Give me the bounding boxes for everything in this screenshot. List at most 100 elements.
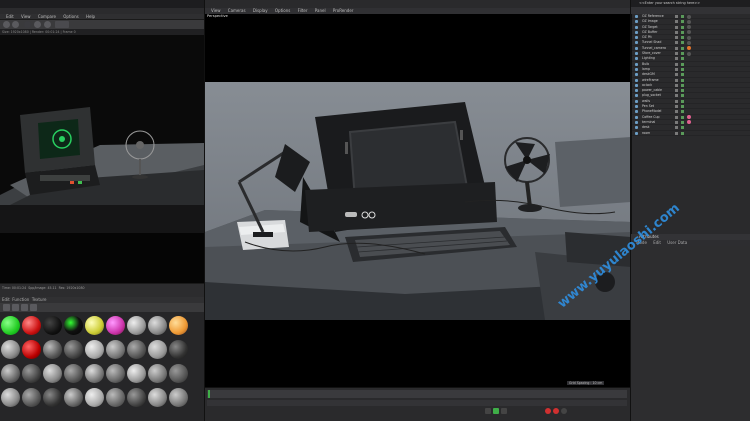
menu-view[interactable]: View xyxy=(21,14,31,19)
material-swatch[interactable] xyxy=(64,340,83,359)
render-spp: Spp/Image: 45.11 xyxy=(28,286,57,290)
object-name: OZ Target xyxy=(642,24,658,29)
material-swatch[interactable] xyxy=(127,364,146,383)
stop-icon[interactable] xyxy=(12,21,19,28)
viewport-header xyxy=(205,0,631,8)
render-time: Time: 00:01:24 xyxy=(2,286,27,290)
object-name: Coffee Cup xyxy=(642,114,660,119)
object-list: OZ Reference OZ Image OZ Target OZ Buffe… xyxy=(631,14,750,234)
material-swatch[interactable] xyxy=(85,364,104,383)
play-button[interactable] xyxy=(493,408,499,414)
tag-icon[interactable] xyxy=(687,19,691,24)
object-name: desk xyxy=(642,125,650,130)
material-swatch[interactable] xyxy=(22,340,41,359)
vp-menu-view[interactable]: View xyxy=(211,8,221,13)
render-background xyxy=(0,233,204,283)
material-swatch[interactable] xyxy=(106,316,125,335)
material-swatch[interactable] xyxy=(1,316,20,335)
material-swatch[interactable] xyxy=(127,340,146,359)
viewport-scene[interactable] xyxy=(205,82,631,320)
material-swatch[interactable] xyxy=(85,388,104,407)
vp-menu-display[interactable]: Display xyxy=(253,8,268,13)
menu-options[interactable]: Options xyxy=(63,14,78,19)
material-swatch[interactable] xyxy=(169,340,188,359)
frame-range-slider[interactable] xyxy=(207,400,627,406)
mat-menu-texture[interactable]: Texture xyxy=(32,297,47,302)
tag-icon[interactable] xyxy=(687,25,691,30)
material-swatch[interactable] xyxy=(64,388,83,407)
viewport-menu: View Cameras Display Options Filter Pane… xyxy=(205,8,631,14)
list-icon[interactable] xyxy=(30,304,37,311)
material-swatch[interactable] xyxy=(64,316,83,335)
material-swatch[interactable] xyxy=(106,340,125,359)
material-swatch[interactable] xyxy=(148,364,167,383)
material-swatch[interactable] xyxy=(148,388,167,407)
material-swatch[interactable] xyxy=(169,388,188,407)
material-swatch[interactable] xyxy=(22,364,41,383)
grid-icon[interactable] xyxy=(21,304,28,311)
record-keyframe-icon[interactable] xyxy=(545,408,551,414)
vp-menu-panel[interactable]: Panel xyxy=(315,8,326,13)
material-swatch[interactable] xyxy=(43,316,62,335)
material-grid xyxy=(0,312,204,421)
autokey-icon[interactable] xyxy=(553,408,559,414)
material-swatch[interactable] xyxy=(85,340,104,359)
menu-edit[interactable]: Edit xyxy=(6,14,14,19)
material-swatch[interactable] xyxy=(43,340,62,359)
material-swatch[interactable] xyxy=(85,316,104,335)
keyframe-icon[interactable] xyxy=(561,408,567,414)
object-name: aclock xyxy=(642,82,653,87)
menu-help[interactable]: Help xyxy=(86,14,95,19)
object-search[interactable]: <<Enter your search string here>> xyxy=(631,0,750,7)
tag-icon[interactable] xyxy=(687,46,691,51)
new-material-icon[interactable] xyxy=(3,304,10,311)
object-name: Sfore_cover xyxy=(642,51,661,56)
material-swatch[interactable] xyxy=(106,388,125,407)
tag-icon[interactable] xyxy=(687,51,691,56)
object-name: terminal xyxy=(642,119,656,124)
material-swatch[interactable] xyxy=(106,364,125,383)
material-swatch[interactable] xyxy=(22,316,41,335)
material-swatch[interactable] xyxy=(127,388,146,407)
menu-compare[interactable]: Compare xyxy=(38,14,56,19)
tag-icon[interactable] xyxy=(687,40,691,45)
material-swatch[interactable] xyxy=(43,388,62,407)
render-icon[interactable] xyxy=(3,21,10,28)
material-swatch[interactable] xyxy=(1,364,20,383)
material-swatch[interactable] xyxy=(22,388,41,407)
mat-menu-function[interactable]: Function xyxy=(12,297,29,302)
vp-menu-filter[interactable]: Filter xyxy=(298,8,308,13)
material-swatch[interactable] xyxy=(64,364,83,383)
tag-icon[interactable] xyxy=(687,14,691,19)
tag-icon[interactable] xyxy=(687,115,691,120)
material-swatch[interactable] xyxy=(43,364,62,383)
vp-menu-prorender[interactable]: ProRender xyxy=(333,8,354,13)
object-row[interactable]: room xyxy=(632,131,750,136)
vp-menu-options[interactable]: Options xyxy=(275,8,290,13)
mat-menu-edit[interactable]: Edit xyxy=(2,297,10,302)
material-swatch[interactable] xyxy=(169,364,188,383)
tag-icon[interactable] xyxy=(687,35,691,40)
material-swatch[interactable] xyxy=(1,340,20,359)
fit-icon[interactable] xyxy=(44,21,51,28)
object-name: deskGM xyxy=(642,72,655,77)
prev-frame-icon[interactable] xyxy=(485,408,491,414)
region-icon[interactable] xyxy=(24,21,31,28)
material-swatch[interactable] xyxy=(169,316,188,335)
playhead-marker[interactable] xyxy=(208,390,210,398)
object-name: power_cable xyxy=(642,88,663,93)
timeline-ruler[interactable] xyxy=(207,390,627,398)
zoom-icon[interactable] xyxy=(34,21,41,28)
tag-icon[interactable] xyxy=(687,30,691,35)
tag-icon[interactable] xyxy=(687,120,691,125)
material-swatch[interactable] xyxy=(127,316,146,335)
material-swatch[interactable] xyxy=(1,388,20,407)
next-frame-icon[interactable] xyxy=(501,408,507,414)
vp-menu-cameras[interactable]: Cameras xyxy=(228,8,246,13)
filter-icon[interactable] xyxy=(12,304,19,311)
tab-user-data[interactable]: User Data xyxy=(667,240,687,245)
tab-edit[interactable]: Edit xyxy=(653,240,661,245)
material-swatch[interactable] xyxy=(148,340,167,359)
material-swatch[interactable] xyxy=(148,316,167,335)
channel-dropdown[interactable] xyxy=(55,21,69,28)
